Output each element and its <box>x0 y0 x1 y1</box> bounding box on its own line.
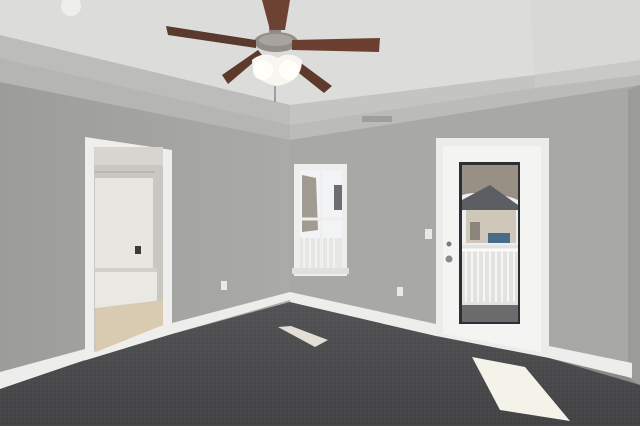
wall-outlet-left <box>221 281 227 290</box>
door-knob <box>445 255 453 263</box>
faucet-handle <box>135 246 141 254</box>
door-deadbolt <box>446 241 452 247</box>
wall-outlet <box>397 287 403 296</box>
shower-surround <box>95 178 153 276</box>
window <box>292 164 349 276</box>
bathroom-doorway <box>85 137 172 362</box>
light-switch <box>425 229 432 239</box>
fan-blade <box>292 38 380 52</box>
ceiling-vent <box>362 116 392 122</box>
right-wall-edge <box>628 85 640 385</box>
exterior-door <box>436 138 549 358</box>
bedroom-photo <box>0 0 640 426</box>
tree-outside <box>302 175 318 232</box>
